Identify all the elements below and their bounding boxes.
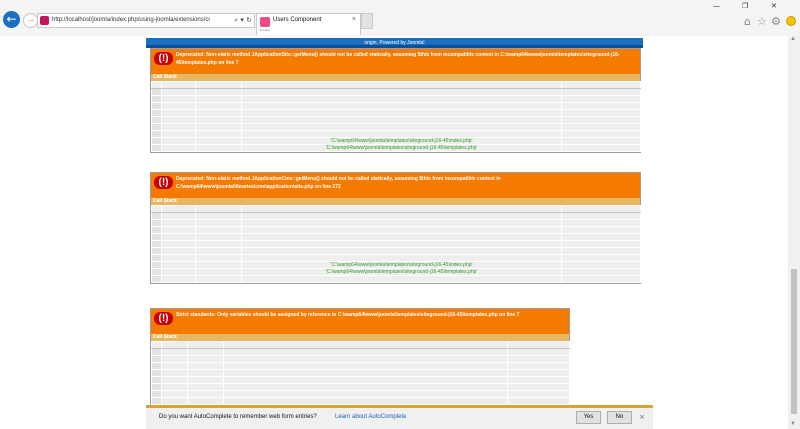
error-message: Deprecated: Non-static method JApplicati… bbox=[176, 176, 501, 190]
autocomplete-message: Do you want AutoComplete to remember web… bbox=[159, 414, 317, 420]
stack-file-path: 'C:\wamp64\www\joomla\templates\sitegrou… bbox=[241, 144, 562, 152]
tab-close-icon[interactable]: × bbox=[352, 16, 356, 23]
gear-icon[interactable]: ⚙ bbox=[771, 15, 781, 28]
error-message: Deprecated: Non-static method JApplicati… bbox=[176, 52, 620, 66]
exclamation-icon: (!) bbox=[154, 176, 173, 189]
minimize-button[interactable]: — bbox=[713, 2, 720, 10]
exclamation-icon: (!) bbox=[154, 52, 173, 65]
no-button[interactable]: No bbox=[607, 411, 632, 424]
call-stack-label: Call Stack bbox=[151, 74, 640, 81]
yes-button[interactable]: Yes bbox=[576, 411, 601, 424]
call-stack-label: Call Stack bbox=[151, 198, 640, 205]
tab-favicon-caption: Joomla! bbox=[259, 28, 270, 32]
xdebug-error-2: (!) Deprecated: Non-static method JAppli… bbox=[150, 172, 641, 284]
stack-file-path: 'C:\wamp64\www\joomla\templates\sitegrou… bbox=[241, 137, 562, 145]
home-icon[interactable]: ⌂ bbox=[744, 15, 751, 28]
xdebug-error-1: (!) Deprecated: Non-static method JAppli… bbox=[150, 48, 641, 153]
scroll-down-arrow-icon[interactable]: ▼ bbox=[790, 421, 796, 427]
back-button[interactable]: ← bbox=[3, 11, 20, 28]
smiley-icon[interactable] bbox=[786, 16, 796, 26]
star-icon[interactable]: ☆ bbox=[757, 15, 767, 28]
stack-file-path: 'C:\wamp64\www\joomla\templates\sitegrou… bbox=[241, 261, 562, 269]
new-tab-button[interactable] bbox=[361, 13, 373, 29]
tab-title: Users Component bbox=[273, 17, 322, 23]
maximize-button[interactable]: ❐ bbox=[742, 2, 748, 10]
forward-button[interactable]: → bbox=[23, 13, 38, 28]
learn-autocomplete-link[interactable]: Learn about AutoComplete bbox=[335, 414, 406, 420]
url-text[interactable]: http://localhost/joomla/index.php/using-… bbox=[52, 15, 210, 26]
autocomplete-notification: Do you want AutoComplete to remember web… bbox=[146, 405, 653, 429]
tab-users-component[interactable]: Joomla! Users Component × bbox=[256, 13, 361, 35]
vertical-scrollbar[interactable]: ▲ ▼ bbox=[788, 36, 800, 429]
site-favicon-icon bbox=[40, 16, 49, 25]
xdebug-error-3: (!) Strict standards: Only variables sho… bbox=[150, 308, 570, 406]
address-bar-tools[interactable]: ⌕ ▾ ↻ bbox=[234, 14, 252, 27]
exclamation-icon: (!) bbox=[154, 312, 173, 325]
call-stack-table: 'C:\wamp64\www\joomla\templates\sitegrou… bbox=[151, 205, 641, 283]
address-bar[interactable]: http://localhost/joomla/index.php/using-… bbox=[37, 13, 255, 28]
error-message: Strict standards: Only variables should … bbox=[176, 312, 520, 318]
joomla-favicon-icon bbox=[260, 17, 270, 27]
page-viewport: origin, Powered by Joomla! (!) Deprecate… bbox=[0, 36, 788, 429]
call-stack-table bbox=[151, 341, 570, 405]
error-header: (!) Strict standards: Only variables sho… bbox=[151, 309, 569, 334]
error-header: (!) Deprecated: Non-static method JAppli… bbox=[151, 173, 640, 198]
scroll-up-arrow-icon[interactable]: ▲ bbox=[790, 36, 796, 42]
site-footer: origin, Powered by Joomla! bbox=[146, 38, 643, 48]
call-stack-label: Call Stack bbox=[151, 334, 569, 341]
close-notification-icon[interactable]: × bbox=[639, 413, 645, 421]
browser-chrome: ← → http://localhost/joomla/index.php/us… bbox=[0, 0, 800, 36]
call-stack-table: 'C:\wamp64\www\joomla\templates\sitegrou… bbox=[151, 81, 641, 152]
close-window-button[interactable]: ✕ bbox=[771, 2, 777, 10]
scrollbar-thumb[interactable] bbox=[791, 269, 797, 414]
error-header: (!) Deprecated: Non-static method JAppli… bbox=[151, 49, 640, 74]
stack-file-path: 'C:\wamp64\www\joomla\templates\sitegrou… bbox=[241, 268, 562, 276]
